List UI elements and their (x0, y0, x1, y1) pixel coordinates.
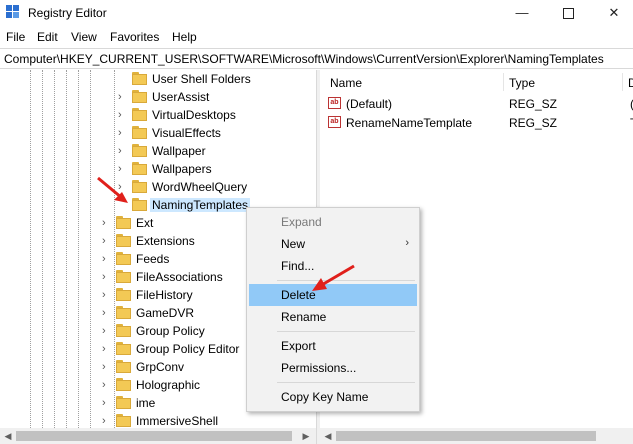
scroll-left-icon[interactable]: ◀ (322, 430, 334, 442)
chevron-right-icon[interactable]: › (102, 415, 112, 427)
chevron-right-icon[interactable]: › (102, 325, 112, 337)
scrollbar-thumb[interactable] (16, 431, 292, 441)
chevron-right-icon[interactable]: › (102, 361, 112, 373)
maximize-icon (562, 8, 574, 20)
folder-icon (132, 162, 148, 175)
close-button[interactable]: ✕ (591, 0, 633, 26)
column-header-type[interactable]: Type (509, 76, 535, 90)
folder-icon (116, 396, 132, 409)
menu-item-copy-key-name[interactable]: Copy Key Name (249, 386, 417, 408)
chevron-right-icon[interactable]: › (102, 253, 112, 265)
menu-item-export[interactable]: Export (249, 335, 417, 357)
value-row[interactable]: ab (Default) REG_SZ ( (320, 95, 633, 113)
annotation-arrow-icon (312, 264, 355, 291)
folder-icon (132, 90, 148, 103)
menu-favorites[interactable]: Favorites (110, 30, 159, 44)
menu-item-rename[interactable]: Rename (249, 306, 417, 328)
folder-icon (132, 108, 148, 121)
chevron-right-icon[interactable]: › (102, 379, 112, 391)
string-value-icon: ab (328, 116, 341, 128)
submenu-arrow-icon: › (405, 237, 409, 249)
tree-horizontal-scrollbar[interactable]: ◀ ▶ (0, 428, 316, 444)
chevron-right-icon[interactable]: › (102, 271, 112, 283)
scroll-left-icon[interactable]: ◀ (2, 430, 14, 442)
folder-icon (116, 234, 132, 247)
folder-icon (116, 378, 132, 391)
folder-icon (132, 180, 148, 193)
chevron-right-icon[interactable]: › (102, 217, 112, 229)
chevron-right-icon[interactable]: › (102, 235, 112, 247)
menu-view[interactable]: View (71, 30, 97, 44)
chevron-right-icon[interactable]: › (118, 109, 128, 121)
value-row[interactable]: ab RenameNameTemplate REG_SZ T (320, 114, 633, 132)
address-path: Computer\HKEY_CURRENT_USER\SOFTWARE\Micr… (4, 52, 604, 66)
folder-icon (132, 144, 148, 157)
folder-icon (132, 198, 148, 211)
folder-icon (132, 126, 148, 139)
folder-icon (116, 288, 132, 301)
folder-icon (116, 324, 132, 337)
menu-file[interactable]: File (6, 30, 25, 44)
menu-item-permissions[interactable]: Permissions... (249, 357, 417, 379)
scrollbar-thumb[interactable] (336, 431, 596, 441)
folder-icon (116, 306, 132, 319)
chevron-right-icon[interactable]: › (102, 343, 112, 355)
chevron-right-icon[interactable]: › (102, 289, 112, 301)
folder-icon (116, 342, 132, 355)
chevron-right-icon[interactable]: › (102, 397, 112, 409)
annotation-arrow-icon (97, 176, 128, 203)
column-header-data[interactable]: D (628, 76, 633, 90)
minimize-button[interactable]: — (499, 0, 545, 26)
chevron-right-icon[interactable]: › (102, 307, 112, 319)
folder-icon (116, 216, 132, 229)
maximize-button[interactable] (545, 0, 591, 26)
column-header-name[interactable]: Name (330, 76, 362, 90)
address-bar[interactable]: Computer\HKEY_CURRENT_USER\SOFTWARE\Micr… (0, 48, 633, 69)
menu-item-new[interactable]: New › (249, 233, 417, 255)
folder-icon (116, 270, 132, 283)
chevron-right-icon[interactable]: › (118, 145, 128, 157)
chevron-right-icon[interactable]: › (118, 127, 128, 139)
string-value-icon: ab (328, 97, 341, 109)
title-bar: Registry Editor — ✕ (0, 0, 633, 26)
folder-icon (132, 72, 148, 85)
context-menu: Expand New › Find... Delete Rename Expor… (246, 207, 420, 412)
menu-bar: File Edit View Favorites Help (0, 27, 633, 47)
chevron-right-icon[interactable]: › (118, 91, 128, 103)
menu-edit[interactable]: Edit (37, 30, 58, 44)
folder-icon (116, 252, 132, 265)
scroll-right-icon[interactable]: ▶ (300, 430, 312, 442)
window-title: Registry Editor (28, 6, 107, 20)
values-horizontal-scrollbar[interactable]: ◀ (320, 428, 633, 444)
menu-help[interactable]: Help (172, 30, 197, 44)
folder-icon (116, 414, 132, 427)
registry-editor-icon (6, 5, 20, 19)
folder-icon (116, 360, 132, 373)
menu-item-expand[interactable]: Expand (249, 211, 417, 233)
